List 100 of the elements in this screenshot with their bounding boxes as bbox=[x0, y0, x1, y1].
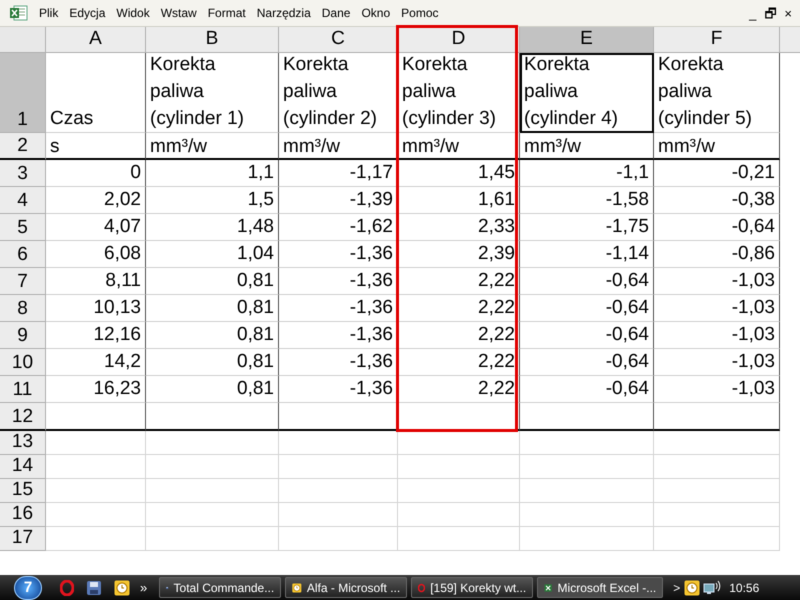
row-header[interactable]: 10 bbox=[0, 349, 46, 376]
menu-item[interactable]: Dane bbox=[316, 4, 356, 22]
table-cell: 0,81 bbox=[146, 376, 279, 403]
table-cell: 14,2 bbox=[46, 349, 146, 376]
table-cell: mm³/w bbox=[279, 133, 398, 160]
row-header[interactable]: 12 bbox=[0, 403, 46, 431]
table-cell: 2,22 bbox=[398, 295, 520, 322]
menu-item[interactable]: Pomoc bbox=[396, 4, 444, 22]
table-cell: -0,64 bbox=[520, 295, 654, 322]
tray-expand-button[interactable]: > bbox=[673, 578, 680, 596]
table-cell: 1,61 bbox=[398, 187, 520, 214]
table-cell: 2,22 bbox=[398, 376, 520, 403]
table-cell: -1,36 bbox=[279, 349, 398, 376]
table-cell: -1,03 bbox=[654, 376, 780, 403]
row-header[interactable]: 17 bbox=[0, 527, 46, 551]
table-cell: 8,11 bbox=[46, 268, 146, 295]
row-header[interactable]: 14 bbox=[0, 455, 46, 479]
table-cell: -1,03 bbox=[654, 295, 780, 322]
row-header[interactable]: 15 bbox=[0, 479, 46, 503]
column-header[interactable]: A bbox=[46, 27, 146, 53]
table-cell: mm³/w bbox=[146, 133, 279, 160]
table-cell: -0,21 bbox=[654, 160, 780, 187]
table-cell: -1,39 bbox=[279, 187, 398, 214]
table-cell: s bbox=[46, 133, 146, 160]
row-header[interactable]: 2 bbox=[0, 133, 46, 160]
row-header[interactable]: 8 bbox=[0, 295, 46, 322]
menu-item[interactable]: Format bbox=[202, 4, 251, 22]
network-icon[interactable] bbox=[703, 580, 722, 596]
table-cell: -1,03 bbox=[654, 268, 780, 295]
row-header[interactable]: 6 bbox=[0, 241, 46, 268]
row-header[interactable]: 7 bbox=[0, 268, 46, 295]
table-cell: mm³/w bbox=[520, 133, 654, 160]
taskbar-button[interactable]: [159] Korekty wt... bbox=[411, 577, 534, 598]
table-cell: -1,1 bbox=[520, 160, 654, 187]
table-cell: -1,75 bbox=[520, 214, 654, 241]
table-cell: -1,36 bbox=[279, 322, 398, 349]
table-cell: 1,1 bbox=[146, 160, 279, 187]
table-cell: Czas bbox=[46, 53, 146, 133]
table-cell: -0,64 bbox=[520, 268, 654, 295]
table-cell: mm³/w bbox=[654, 133, 780, 160]
table-cell: Korekta paliwa (cylinder 3) bbox=[398, 53, 520, 133]
column-header[interactable]: F bbox=[654, 27, 780, 53]
menu-item[interactable]: Okno bbox=[356, 4, 396, 22]
table-cell: 12,16 bbox=[46, 322, 146, 349]
table-cell: -1,58 bbox=[520, 187, 654, 214]
menu-item[interactable]: Edycja bbox=[64, 4, 110, 22]
table-cell: -1,36 bbox=[279, 268, 398, 295]
table-cell: -1,14 bbox=[520, 241, 654, 268]
row-header[interactable]: 1 bbox=[0, 53, 46, 133]
table-cell: -1,36 bbox=[279, 241, 398, 268]
row-header[interactable]: 5 bbox=[0, 214, 46, 241]
column-header[interactable]: C bbox=[279, 27, 398, 53]
clock-icon[interactable] bbox=[684, 580, 700, 596]
table-cell: 1,45 bbox=[398, 160, 520, 187]
row-header[interactable]: 11 bbox=[0, 376, 46, 403]
row-header[interactable]: 3 bbox=[0, 160, 46, 187]
column-header[interactable]: E bbox=[520, 27, 654, 53]
table-cell: 4,07 bbox=[46, 214, 146, 241]
table-cell: -0,64 bbox=[520, 349, 654, 376]
table-cell: -1,03 bbox=[654, 322, 780, 349]
table-cell: -0,64 bbox=[654, 214, 780, 241]
restore-button[interactable]: 🗗 bbox=[764, 6, 776, 20]
menu-item[interactable]: Narzędzia bbox=[252, 4, 316, 22]
table-cell: mm³/w bbox=[398, 133, 520, 160]
clock-icon[interactable] bbox=[114, 580, 130, 596]
table-cell: 16,23 bbox=[46, 376, 146, 403]
table-cell: 1,48 bbox=[146, 214, 279, 241]
clock-text[interactable]: 10:56 bbox=[729, 578, 760, 596]
row-header[interactable]: 4 bbox=[0, 187, 46, 214]
table-cell: Korekta paliwa (cylinder 1) bbox=[146, 53, 279, 133]
column-header[interactable]: D bbox=[398, 27, 520, 53]
table-cell: 6,08 bbox=[46, 241, 146, 268]
row-header[interactable]: 9 bbox=[0, 322, 46, 349]
table-cell: -1,62 bbox=[279, 214, 398, 241]
taskbar-button[interactable]: Total Commande... bbox=[159, 577, 282, 598]
menu-item[interactable]: Wstaw bbox=[156, 4, 202, 22]
menu-item[interactable]: Plik bbox=[34, 4, 64, 22]
menu-item[interactable]: Widok bbox=[111, 4, 155, 22]
spreadsheet-icon[interactable] bbox=[10, 5, 28, 21]
table-cell: -1,36 bbox=[279, 295, 398, 322]
column-header[interactable]: B bbox=[146, 27, 279, 53]
table-cell: 0,81 bbox=[146, 268, 279, 295]
more-button[interactable]: » bbox=[140, 578, 148, 598]
close-button[interactable]: × bbox=[784, 6, 792, 20]
minimize-button[interactable]: _ bbox=[749, 6, 756, 20]
table-cell: -0,64 bbox=[520, 376, 654, 403]
table-cell: 1,04 bbox=[146, 241, 279, 268]
table-cell: 0,81 bbox=[146, 349, 279, 376]
table-cell: -0,38 bbox=[654, 187, 780, 214]
opera-icon[interactable] bbox=[60, 580, 74, 596]
table-cell: 2,33 bbox=[398, 214, 520, 241]
selected-cell[interactable]: Korekta paliwa (cylinder 4) bbox=[520, 53, 654, 133]
row-header[interactable]: 16 bbox=[0, 503, 46, 527]
taskbar-button[interactable]: Alfa - Microsoft ... bbox=[285, 577, 408, 598]
table-cell: -1,36 bbox=[279, 376, 398, 403]
table-cell: 1,5 bbox=[146, 187, 279, 214]
row-header[interactable]: 13 bbox=[0, 431, 46, 455]
taskbar-button[interactable]: Microsoft Excel -... bbox=[537, 577, 664, 598]
table-cell: -1,03 bbox=[654, 349, 780, 376]
table-cell: 2,22 bbox=[398, 322, 520, 349]
